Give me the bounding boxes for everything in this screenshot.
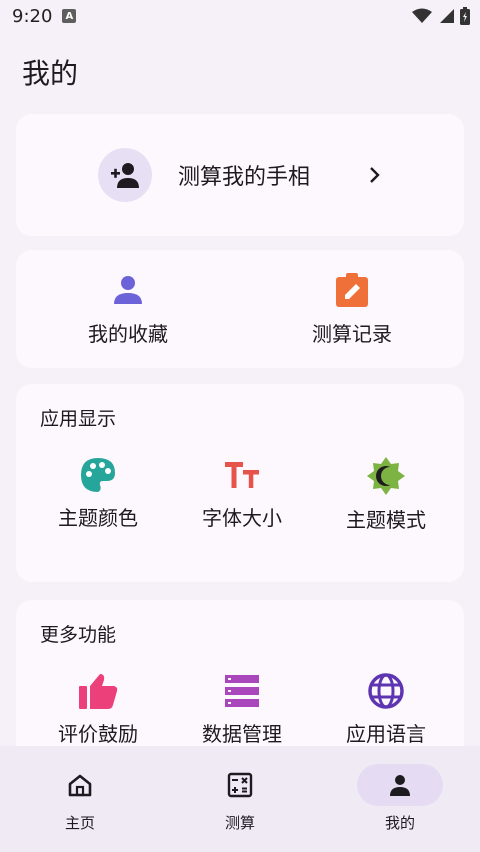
- notification-icon: A: [62, 9, 77, 23]
- history-label: 测算记录: [312, 321, 392, 346]
- status-time: 9:20: [12, 5, 53, 27]
- add-person-icon: [97, 148, 152, 202]
- font-size-label: 字体大小: [202, 506, 282, 530]
- brightness-icon: [367, 457, 405, 495]
- nav-measure-pill: [197, 764, 283, 806]
- nav-home-pill: [37, 764, 123, 806]
- nav-home[interactable]: 主页: [0, 746, 160, 852]
- page-title: 我的: [22, 57, 79, 90]
- wifi-icon: [412, 8, 432, 23]
- font-size-button[interactable]: 字体大小: [170, 456, 314, 533]
- display-section-title: 应用显示: [40, 408, 117, 430]
- display-settings-card: 应用显示 主题颜色 字体大小 主题模式: [16, 384, 464, 582]
- person-icon: [114, 275, 142, 304]
- nav-home-label: 主页: [64, 814, 95, 832]
- data-management-button[interactable]: 数据管理: [170, 672, 314, 747]
- signal-icon: [440, 9, 454, 23]
- display-options: 主题颜色 字体大小 主题模式: [16, 456, 464, 533]
- home-icon: [68, 774, 92, 797]
- theme-color-button[interactable]: 主题颜色: [26, 456, 170, 533]
- shortcuts-card: 我的收藏 测算记录: [16, 250, 464, 368]
- battery-icon: [460, 7, 470, 25]
- storage-icon: [225, 675, 259, 707]
- nav-measure[interactable]: 测算: [160, 746, 320, 852]
- rate-app-label: 评价鼓励: [58, 722, 138, 746]
- calculator-icon: [227, 772, 253, 798]
- globe-icon: [368, 673, 404, 709]
- text-size-icon: [225, 462, 259, 488]
- bottom-navigation: 主页 测算 我的: [0, 746, 480, 852]
- theme-color-label: 主题颜色: [58, 506, 138, 530]
- nav-measure-label: 测算: [224, 814, 255, 832]
- favorites-label: 我的收藏: [88, 321, 168, 346]
- more-section-title: 更多功能: [40, 624, 117, 646]
- app-language-label: 应用语言: [346, 722, 426, 746]
- theme-mode-label: 主题模式: [346, 508, 426, 532]
- palette-icon: [81, 458, 115, 492]
- data-management-label: 数据管理: [202, 722, 282, 746]
- history-button[interactable]: 测算记录: [240, 250, 464, 368]
- theme-mode-button[interactable]: 主题模式: [314, 456, 458, 533]
- person-icon: [390, 775, 410, 796]
- rate-app-button[interactable]: 评价鼓励: [26, 672, 170, 747]
- clipboard-edit-icon: [336, 272, 368, 307]
- measure-palm-label: 测算我的手相: [177, 165, 310, 190]
- measure-palm-card[interactable]: 测算我的手相: [16, 114, 464, 236]
- status-right: [412, 7, 470, 25]
- status-left: 9:20 A: [12, 5, 77, 27]
- nav-mine[interactable]: 我的: [320, 746, 480, 852]
- thumb-up-icon: [79, 674, 118, 709]
- nav-mine-pill: [357, 764, 443, 806]
- more-options: 评价鼓励 数据管理 应用语言: [16, 672, 464, 747]
- nav-mine-label: 我的: [384, 814, 415, 832]
- chevron-right-icon: [370, 167, 380, 183]
- favorites-button[interactable]: 我的收藏: [16, 250, 240, 368]
- status-bar: 9:20 A: [0, 0, 480, 32]
- app-language-button[interactable]: 应用语言: [314, 672, 458, 747]
